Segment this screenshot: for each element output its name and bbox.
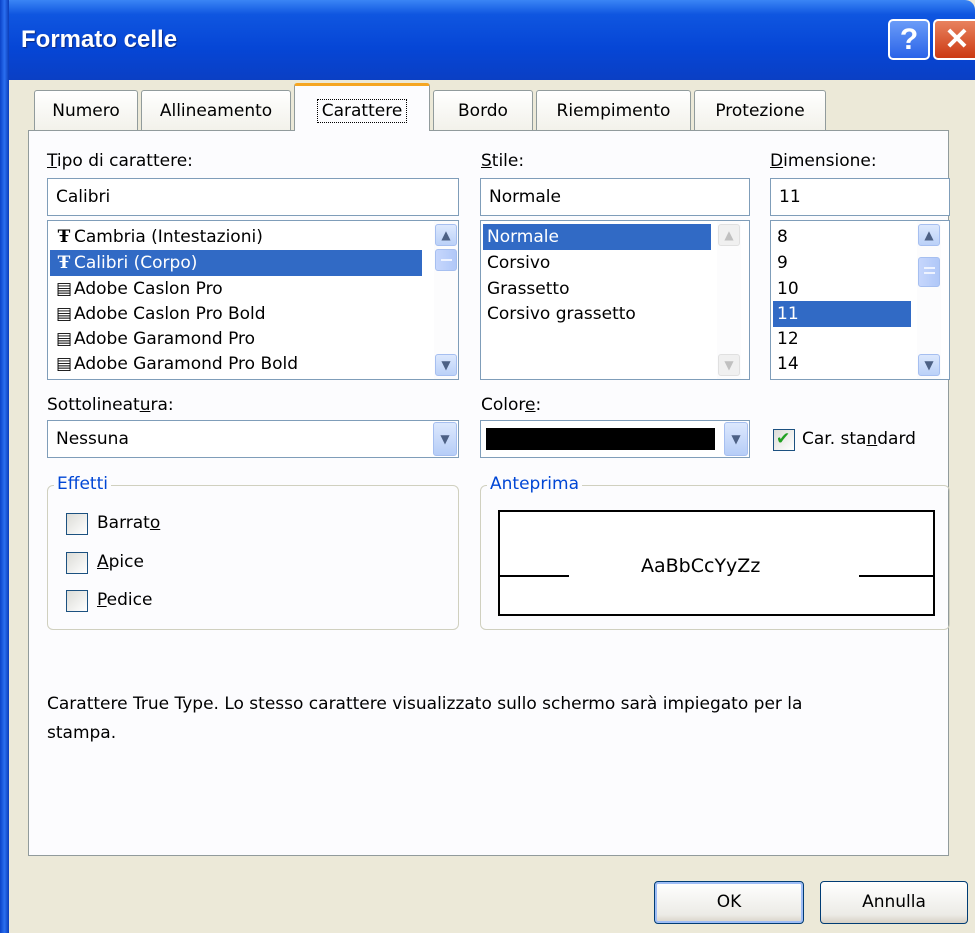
- cancel-button[interactable]: Annulla: [820, 881, 968, 924]
- tab-numero[interactable]: Numero: [34, 90, 138, 131]
- font-list-item[interactable]: ▤ Adobe Garamond Pro Bold: [50, 351, 430, 377]
- tab-bordo[interactable]: Bordo: [433, 90, 533, 131]
- font-list-item[interactable]: ▤ Adobe Caslon Pro Bold: [50, 301, 430, 327]
- chevron-up-icon: ▲: [441, 228, 451, 242]
- window-title: Formato celle: [21, 26, 178, 53]
- underline-value: Nessuna: [56, 429, 129, 449]
- underline-select[interactable]: Nessuna ▼: [47, 420, 459, 458]
- tab-riempimento[interactable]: Riempimento: [536, 90, 691, 131]
- font-info-text-2: stampa.: [47, 723, 117, 743]
- tab-allineamento[interactable]: Allineamento: [141, 90, 291, 131]
- opentype-font-icon: ▤: [55, 329, 73, 349]
- help-button[interactable]: ?: [888, 19, 930, 60]
- tab-label: Riempimento: [556, 101, 671, 121]
- tab-carattere[interactable]: Carattere: [294, 83, 430, 131]
- font-list-item[interactable]: ▤ Adobe Garamond Pro: [50, 326, 430, 352]
- tab-label: Carattere: [316, 99, 408, 123]
- style-label: Stile:: [481, 151, 525, 171]
- dropdown-button[interactable]: ▼: [724, 422, 748, 456]
- scroll-thumb[interactable]: [435, 249, 457, 271]
- truetype-font-icon: Ŧ: [57, 253, 71, 273]
- tab-label: Protezione: [715, 101, 805, 121]
- preview-baseline-right: [859, 575, 935, 577]
- help-icon: ?: [899, 23, 919, 56]
- font-list[interactable]: Ŧ Cambria (Intestazioni) Ŧ Calibri (Corpo)…: [47, 220, 459, 380]
- font-list-item[interactable]: ▤ Adobe Caslon Pro: [50, 276, 430, 302]
- size-list-item[interactable]: 10: [773, 276, 911, 302]
- size-list[interactable]: 8 9 10 11 12 14 ▲ ▼: [770, 220, 950, 380]
- preview-sample-text: AaBbCcYyZz: [641, 555, 761, 577]
- font-label: Tipo di carattere:: [47, 151, 193, 171]
- size-input[interactable]: 11: [770, 178, 950, 216]
- style-scrollbar[interactable]: ▲ ▼: [717, 221, 741, 379]
- title-bar[interactable]: Formato celle ? ✕: [0, 0, 975, 80]
- scroll-down-button[interactable]: ▼: [435, 354, 457, 376]
- scroll-up-button[interactable]: ▲: [718, 224, 740, 246]
- scroll-down-button[interactable]: ▼: [918, 354, 940, 376]
- scroll-thumb[interactable]: [918, 257, 940, 287]
- normal-font-checkbox[interactable]: ✔: [773, 429, 795, 451]
- opentype-font-icon: ▤: [55, 304, 73, 324]
- subscript-checkbox[interactable]: [66, 590, 88, 612]
- chevron-down-icon: ▼: [924, 358, 934, 372]
- color-label: Colore:: [481, 395, 542, 415]
- ok-button[interactable]: OK: [654, 881, 804, 924]
- close-button[interactable]: ✕: [933, 19, 975, 60]
- chevron-up-icon: ▲: [924, 228, 934, 242]
- superscript-label: Apice: [97, 552, 144, 572]
- size-list-item[interactable]: 14: [773, 351, 911, 377]
- scroll-up-button[interactable]: ▲: [435, 224, 457, 246]
- strikethrough-checkbox[interactable]: [66, 513, 88, 535]
- truetype-font-icon: Ŧ: [57, 227, 71, 247]
- font-input[interactable]: Calibri: [47, 178, 459, 216]
- checkmark-icon: ✔: [776, 429, 791, 449]
- scroll-up-button[interactable]: ▲: [918, 224, 940, 246]
- opentype-font-icon: ▤: [55, 354, 73, 374]
- chevron-up-icon: ▲: [724, 228, 734, 242]
- size-list-item[interactable]: 8: [773, 224, 911, 250]
- style-input[interactable]: Normale: [480, 178, 750, 216]
- font-scrollbar[interactable]: ▲ ▼: [434, 221, 458, 379]
- size-list-item[interactable]: 9: [773, 250, 911, 276]
- subscript-label: Pedice: [97, 590, 153, 610]
- tab-protezione[interactable]: Protezione: [694, 90, 826, 131]
- chevron-down-icon: ▼: [731, 432, 741, 446]
- font-list-item[interactable]: Ŧ Cambria (Intestazioni): [50, 224, 430, 250]
- size-list-item[interactable]: 11: [773, 301, 911, 327]
- size-list-item[interactable]: 12: [773, 326, 911, 352]
- underline-label: Sottolineatura:: [47, 395, 174, 415]
- style-list-item[interactable]: Corsivo: [483, 250, 711, 276]
- strikethrough-label: Barrato: [97, 513, 161, 533]
- style-list-item[interactable]: Grassetto: [483, 276, 711, 302]
- scroll-down-button[interactable]: ▼: [718, 354, 740, 376]
- chevron-down-icon: ▼: [440, 432, 450, 446]
- chevron-down-icon: ▼: [724, 358, 734, 372]
- close-icon: ✕: [944, 23, 970, 56]
- preview-baseline-left: [498, 575, 569, 577]
- style-list[interactable]: Normale Corsivo Grassetto Corsivo grasse…: [480, 220, 750, 380]
- chevron-down-icon: ▼: [441, 358, 451, 372]
- effects-title: Effetti: [54, 474, 111, 494]
- normal-font-label: Car. standard: [802, 429, 916, 449]
- window-frame: [0, 0, 9, 933]
- size-label: Dimensione:: [770, 151, 877, 171]
- tab-label: Bordo: [458, 101, 508, 121]
- style-list-item[interactable]: Corsivo grassetto: [483, 301, 711, 327]
- superscript-checkbox[interactable]: [66, 552, 88, 574]
- size-scrollbar[interactable]: ▲ ▼: [917, 221, 941, 379]
- color-select[interactable]: ▼: [480, 420, 750, 458]
- dropdown-button[interactable]: ▼: [433, 422, 457, 456]
- tab-label: Allineamento: [159, 101, 273, 121]
- opentype-font-icon: ▤: [55, 279, 73, 299]
- font-list-item[interactable]: Ŧ Calibri (Corpo): [50, 250, 422, 276]
- font-info-text: Carattere True Type. Lo stesso carattere…: [47, 694, 803, 714]
- tab-label: Numero: [52, 101, 120, 121]
- style-list-item[interactable]: Normale: [483, 224, 711, 250]
- preview-title: Anteprima: [487, 474, 583, 494]
- format-cells-dialog: Formato celle ? ✕ Numero Allineamento Ca…: [0, 0, 975, 933]
- color-swatch: [486, 428, 715, 450]
